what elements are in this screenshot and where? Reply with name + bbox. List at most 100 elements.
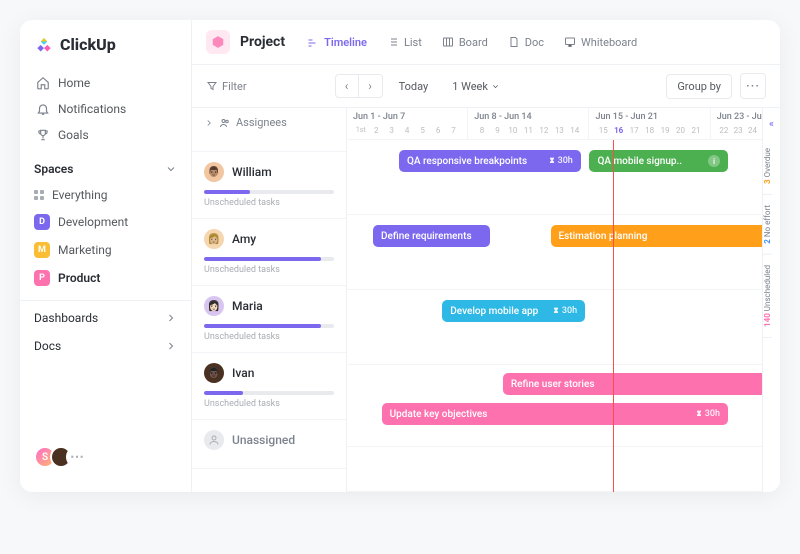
gantt-row: Define requirements Estimation planning bbox=[347, 215, 780, 290]
filter-button[interactable]: Filter bbox=[206, 80, 247, 93]
info-icon: i bbox=[708, 155, 720, 167]
assignee-column: Assignees 👨🏽William Unscheduled tasks 👩🏼… bbox=[192, 108, 347, 492]
section-docs[interactable]: Docs bbox=[20, 332, 191, 360]
assignee-row-unassigned[interactable]: Unassigned bbox=[192, 420, 346, 469]
group-by-button[interactable]: Group by bbox=[666, 74, 732, 99]
tab-board[interactable]: Board bbox=[434, 32, 496, 53]
hourglass-icon bbox=[548, 157, 556, 165]
workload-bar bbox=[204, 391, 334, 395]
estimate-badge: 30h bbox=[552, 306, 577, 316]
workload-bar bbox=[204, 257, 334, 261]
avatar: 👨🏿 bbox=[204, 363, 224, 383]
space-everything[interactable]: Everything bbox=[20, 182, 191, 208]
unscheduled-label: Unscheduled tasks bbox=[204, 265, 334, 275]
next-button[interactable]: › bbox=[359, 74, 383, 98]
space-badge-p: P bbox=[34, 270, 50, 286]
project-title: Project bbox=[240, 34, 285, 50]
chevron-down-icon bbox=[165, 163, 177, 175]
assignee-row-amy[interactable]: 👩🏼Amy Unscheduled tasks bbox=[192, 219, 346, 286]
people-icon bbox=[219, 117, 231, 129]
project-icon bbox=[206, 30, 230, 54]
date-nav-arrows: ‹ › bbox=[335, 74, 383, 98]
trophy-icon bbox=[36, 128, 50, 142]
tab-whiteboard[interactable]: Whiteboard bbox=[556, 32, 645, 53]
gantt-row: QA responsive breakpoints 30h QA mobile … bbox=[347, 140, 780, 215]
gantt-body: QA responsive breakpoints 30h QA mobile … bbox=[347, 140, 780, 492]
task-bar-qa-breakpoints[interactable]: QA responsive breakpoints 30h bbox=[399, 150, 581, 172]
space-badge-d: D bbox=[34, 214, 50, 230]
avatar-more[interactable]: ⋯ bbox=[66, 446, 88, 468]
timeline-icon bbox=[307, 36, 319, 48]
nav-notifications[interactable]: Notifications bbox=[28, 96, 183, 122]
main: Project Timeline List Board Doc Whiteboa… bbox=[192, 20, 780, 492]
topbar: Project Timeline List Board Doc Whiteboa… bbox=[192, 20, 780, 65]
unscheduled-label: Unscheduled tasks bbox=[204, 198, 334, 208]
footer-avatars: S ⋯ bbox=[20, 436, 191, 478]
right-collapse-panel: « 3 Overdue 2 No effort 140 Unscheduled bbox=[762, 108, 780, 492]
collapse-icon bbox=[204, 118, 214, 128]
estimate-badge: 30h bbox=[548, 156, 573, 166]
task-bar-estimation[interactable]: Estimation planning bbox=[551, 225, 772, 247]
hourglass-icon bbox=[552, 307, 560, 315]
today-marker bbox=[613, 140, 614, 492]
doc-icon bbox=[508, 36, 520, 48]
nav-home[interactable]: Home bbox=[28, 70, 183, 96]
workload-bar bbox=[204, 324, 334, 328]
avatar: 👩🏼 bbox=[204, 229, 224, 249]
filter-icon bbox=[206, 80, 218, 92]
tab-doc[interactable]: Doc bbox=[500, 32, 552, 53]
avatar: 👩🏻 bbox=[204, 296, 224, 316]
assignee-header[interactable]: Assignees bbox=[192, 108, 346, 152]
unscheduled-label: Unscheduled tasks bbox=[204, 332, 334, 342]
grid-icon bbox=[34, 190, 44, 200]
sidebar: ClickUp Home Notifications Goals Spaces … bbox=[20, 20, 192, 492]
more-button[interactable]: ⋯ bbox=[740, 73, 766, 99]
brand-name: ClickUp bbox=[60, 35, 116, 54]
range-select[interactable]: 1 Week bbox=[444, 80, 508, 93]
unscheduled-label: Unscheduled tasks bbox=[204, 399, 334, 409]
space-development[interactable]: D Development bbox=[20, 208, 191, 236]
unscheduled-badge[interactable]: 140 Unscheduled bbox=[763, 255, 772, 338]
no-effort-badge[interactable]: 2 No effort bbox=[763, 195, 772, 255]
space-badge-m: M bbox=[34, 242, 50, 258]
space-product[interactable]: P Product bbox=[20, 264, 191, 292]
avatar-unassigned-icon bbox=[204, 430, 224, 450]
gantt-area[interactable]: Jun 1 - Jun 7 1st234567 Jun 8 - Jun 14 8… bbox=[347, 108, 780, 492]
timeline-view: Assignees 👨🏽William Unscheduled tasks 👩🏼… bbox=[192, 108, 780, 492]
avatar: 👨🏽 bbox=[204, 162, 224, 182]
clickup-logo-icon bbox=[34, 34, 54, 54]
today-button[interactable]: Today bbox=[391, 80, 437, 93]
overdue-badge[interactable]: 3 Overdue bbox=[763, 138, 772, 195]
assignee-row-william[interactable]: 👨🏽William Unscheduled tasks bbox=[192, 152, 346, 219]
gantt-row: Refine user stories Update key objective… bbox=[347, 365, 780, 447]
filterbar: Filter ‹ › Today 1 Week Group by ⋯ bbox=[192, 65, 780, 108]
chevron-right-icon bbox=[165, 340, 177, 352]
task-bar-refine[interactable]: Refine user stories bbox=[503, 373, 771, 395]
whiteboard-icon bbox=[564, 36, 576, 48]
assignee-row-ivan[interactable]: 👨🏿Ivan Unscheduled tasks bbox=[192, 353, 346, 420]
hourglass-icon bbox=[695, 410, 703, 418]
task-bar-qa-mobile[interactable]: QA mobile signup.. i bbox=[589, 150, 728, 172]
assignee-row-maria[interactable]: 👩🏻Maria Unscheduled tasks bbox=[192, 286, 346, 353]
tab-list[interactable]: List bbox=[379, 32, 430, 53]
section-dashboards[interactable]: Dashboards bbox=[20, 300, 191, 332]
spaces-header[interactable]: Spaces bbox=[20, 152, 191, 182]
nav-goals[interactable]: Goals bbox=[28, 122, 183, 148]
date-header: Jun 1 - Jun 7 1st234567 Jun 8 - Jun 14 8… bbox=[347, 108, 780, 140]
task-bar-update[interactable]: Update key objectives 30h bbox=[382, 403, 728, 425]
home-icon bbox=[36, 76, 50, 90]
list-icon bbox=[387, 36, 399, 48]
tab-timeline[interactable]: Timeline bbox=[299, 32, 375, 53]
task-bar-define-req[interactable]: Define requirements bbox=[373, 225, 490, 247]
nav-home-label: Home bbox=[58, 76, 90, 90]
chevron-right-icon bbox=[165, 312, 177, 324]
chevron-down-icon bbox=[491, 82, 500, 91]
gantt-row bbox=[347, 447, 780, 492]
workload-bar bbox=[204, 190, 334, 194]
space-marketing[interactable]: M Marketing bbox=[20, 236, 191, 264]
task-bar-develop-app[interactable]: Develop mobile app 30h bbox=[442, 300, 585, 322]
prev-button[interactable]: ‹ bbox=[335, 74, 359, 98]
collapse-right-button[interactable]: « bbox=[763, 108, 780, 138]
brand-logo[interactable]: ClickUp bbox=[20, 34, 191, 66]
estimate-badge: 30h bbox=[695, 409, 720, 419]
